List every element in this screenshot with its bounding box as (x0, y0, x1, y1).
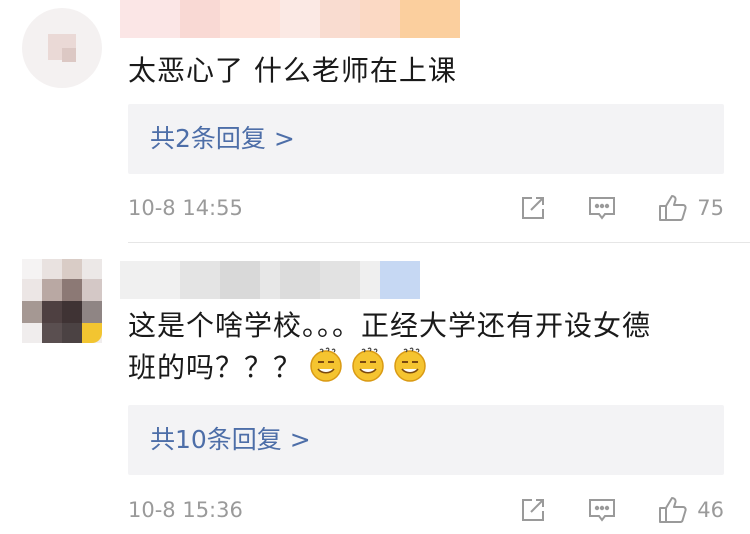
comment-text-line: 班的吗？？？ (128, 351, 303, 384)
comment-icon (589, 197, 616, 220)
comment-text-line-2: 班的吗？？？ (128, 347, 720, 389)
sweat-smile-emoji (394, 347, 426, 382)
timestamp: 10-8 15:36 (128, 498, 243, 522)
username[interactable] (120, 261, 420, 299)
like-button[interactable]: 46 (657, 495, 724, 525)
comment-text: 这是个啥学校。。。正经大学还有开设女德 班的吗？？？ (128, 305, 720, 389)
comment-text-line: 这是个啥学校。。。正经大学还有开设女德 (128, 309, 652, 342)
comment-item: 太恶心了 什么老师在上课 共2条回复 > 10-8 14:55 75 (0, 0, 750, 242)
share-icon (522, 499, 545, 521)
sweat-smile-emoji (310, 347, 342, 382)
view-replies-button[interactable]: 共2条回复 > (128, 104, 724, 174)
share-icon (522, 197, 545, 219)
comment-icon (589, 499, 616, 522)
like-button[interactable]: 75 (657, 193, 724, 223)
thumbs-up-icon (659, 195, 687, 221)
view-replies-button[interactable]: 共10条回复 > (128, 405, 724, 475)
replies-count-label: 共10条回复 > (150, 425, 311, 454)
comment-text: 太恶心了 什么老师在上课 (128, 54, 457, 87)
reply-button[interactable] (587, 194, 617, 222)
username[interactable] (120, 0, 460, 38)
share-button[interactable] (519, 496, 547, 524)
reply-button[interactable] (587, 496, 617, 524)
replies-count-label: 共2条回复 > (150, 124, 295, 153)
comment-item: 这是个啥学校。。。正经大学还有开设女德 班的吗？？？ 共10条回复 > 10-8… (0, 243, 750, 534)
comment-actions: 46 (519, 495, 724, 525)
sweat-smile-emoji (352, 347, 384, 382)
comment-actions: 75 (519, 193, 724, 223)
timestamp: 10-8 14:55 (128, 196, 243, 220)
share-button[interactable] (519, 194, 547, 222)
like-count: 46 (697, 498, 724, 522)
avatar[interactable] (22, 8, 102, 88)
like-count: 75 (697, 196, 724, 220)
avatar[interactable] (22, 259, 102, 343)
thumbs-up-icon (659, 497, 687, 523)
